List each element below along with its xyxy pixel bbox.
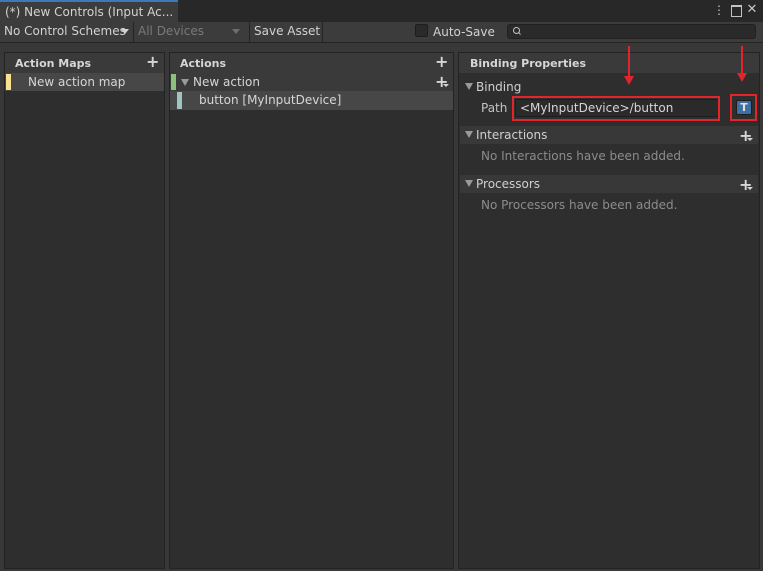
t-button-highlight-box bbox=[730, 94, 757, 121]
processors-section-header[interactable]: Processors + bbox=[460, 175, 758, 193]
interactions-section-header[interactable]: Interactions + bbox=[460, 126, 758, 144]
binding-properties-header: Binding Properties bbox=[459, 53, 759, 73]
kebab-menu-icon[interactable]: ⋮ bbox=[713, 3, 725, 17]
processors-empty-text: No Processors have been added. bbox=[481, 198, 678, 212]
actions-panel: Actions + New action + button [MyInputDe… bbox=[169, 52, 454, 569]
actions-title: Actions bbox=[180, 57, 226, 70]
interactions-empty-text: No Interactions have been added. bbox=[481, 149, 685, 163]
chevron-down-icon bbox=[121, 29, 129, 34]
chevron-down-icon bbox=[747, 138, 753, 141]
annotation-arrow-head bbox=[624, 76, 634, 85]
toolbar-divider bbox=[322, 22, 323, 42]
binding-properties-title: Binding Properties bbox=[470, 57, 587, 70]
devices-label: All Devices bbox=[138, 24, 204, 38]
action-maps-title: Action Maps bbox=[15, 57, 92, 70]
action-map-label: New action map bbox=[28, 75, 126, 89]
action-map-color-bar bbox=[6, 74, 11, 90]
save-asset-label: Save Asset bbox=[254, 24, 321, 38]
expand-triangle-icon bbox=[465, 131, 473, 138]
window-tab[interactable]: (*) New Controls (Input Ac... bbox=[0, 0, 178, 22]
annotation-arrow-shaft bbox=[741, 46, 743, 74]
annotation-arrow-head bbox=[737, 73, 747, 82]
control-schemes-dropdown[interactable]: No Control Schemes bbox=[0, 22, 133, 42]
processors-section-title: Processors bbox=[476, 177, 541, 191]
add-action-map-icon[interactable]: + bbox=[146, 54, 159, 70]
expand-triangle-icon bbox=[465, 83, 473, 90]
action-map-item[interactable]: New action map bbox=[5, 73, 164, 91]
binding-color-bar bbox=[177, 92, 182, 109]
search-input[interactable] bbox=[507, 24, 756, 39]
interactions-section-title: Interactions bbox=[476, 128, 548, 142]
tab-bar: (*) New Controls (Input Ac... ⋮ ✕ bbox=[0, 0, 763, 22]
action-label: New action bbox=[193, 75, 260, 89]
toolbar: No Control Schemes All Devices Save Asse… bbox=[0, 22, 763, 43]
auto-save-checkbox[interactable] bbox=[415, 24, 428, 37]
path-field-highlight-box bbox=[512, 96, 720, 121]
devices-dropdown[interactable]: All Devices bbox=[134, 22, 249, 42]
chevron-down-icon bbox=[443, 84, 449, 87]
chevron-down-icon bbox=[747, 187, 753, 190]
actions-header: Actions + bbox=[170, 53, 453, 73]
action-maps-header: Action Maps + bbox=[5, 53, 164, 73]
action-color-bar bbox=[171, 74, 176, 90]
action-maps-panel: Action Maps + New action map bbox=[4, 52, 165, 569]
close-icon[interactable]: ✕ bbox=[746, 3, 758, 17]
search-icon-handle bbox=[518, 32, 521, 35]
auto-save-label: Auto-Save bbox=[433, 25, 495, 39]
control-schemes-label: No Control Schemes bbox=[4, 24, 126, 38]
annotation-arrow-shaft bbox=[628, 46, 630, 76]
path-label: Path bbox=[481, 101, 508, 115]
maximize-icon[interactable] bbox=[731, 5, 742, 17]
binding-section-header[interactable]: Binding bbox=[461, 79, 757, 95]
binding-properties-panel: Binding Properties Binding Path <MyInput… bbox=[458, 52, 760, 569]
save-asset-button[interactable]: Save Asset bbox=[250, 22, 322, 42]
action-row[interactable]: New action + bbox=[170, 73, 453, 91]
binding-label: button [MyInputDevice] bbox=[199, 93, 342, 107]
add-action-icon[interactable]: + bbox=[435, 54, 448, 70]
binding-section-title: Binding bbox=[476, 80, 522, 94]
binding-row[interactable]: button [MyInputDevice] bbox=[170, 91, 453, 110]
chevron-down-icon bbox=[232, 29, 240, 34]
expand-triangle-icon[interactable] bbox=[181, 79, 189, 86]
expand-triangle-icon bbox=[465, 180, 473, 187]
window-tab-title: (*) New Controls (Input Ac... bbox=[5, 5, 174, 19]
